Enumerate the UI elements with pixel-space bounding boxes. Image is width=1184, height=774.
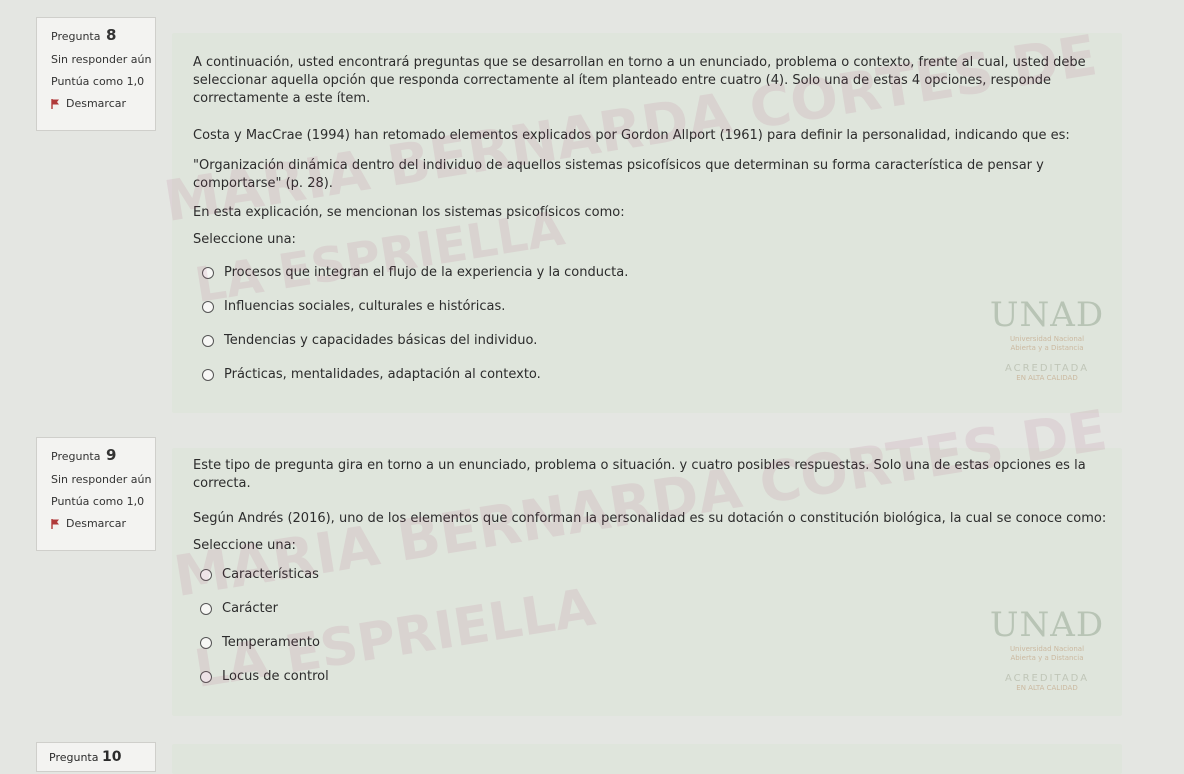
radio-button[interactable] (200, 670, 212, 683)
radio-button[interactable] (200, 636, 212, 649)
question-9-prompt: Seleccione una: (193, 538, 296, 553)
question-9-stem: Según Andrés (2016), uno de los elemento… (193, 511, 1107, 526)
flag-icon (51, 98, 59, 109)
unflag-button[interactable]: Desmarcar (51, 517, 126, 530)
question-info-8: Pregunta 8 Sin responder aún Puntúa como… (36, 17, 156, 131)
unflag-button[interactable]: Desmarcar (51, 97, 126, 110)
question-info-9: Pregunta 9 Sin responder aún Puntúa como… (36, 437, 156, 551)
question-9-intro: Este tipo de pregunta gira en torno a un… (193, 458, 1086, 491)
unad-logo: UNAD Universidad Nacional Abierta y a Di… (982, 295, 1112, 383)
q9-option-c[interactable]: Temperamento (200, 635, 320, 650)
question-8-stem: En esta explicación, se mencionan los si… (193, 205, 625, 220)
question-number: Pregunta 8 (51, 26, 117, 44)
question-8-intro: A continuación, usted encontrará pregunt… (193, 55, 1086, 106)
flag-icon (51, 518, 59, 529)
question-points: Puntúa como 1,0 (51, 495, 145, 508)
q8-option-d[interactable]: Prácticas, mentalidades, adaptación al c… (202, 367, 541, 382)
q8-option-a[interactable]: Procesos que integran el flujo de la exp… (202, 265, 628, 280)
logo-word: UNAD (989, 605, 1105, 645)
q9-option-d[interactable]: Locus de control (200, 669, 329, 684)
q9-option-b[interactable]: Carácter (200, 601, 278, 616)
question-info-10: Pregunta 10 (36, 742, 156, 772)
radio-button[interactable] (200, 568, 212, 581)
question-status: Sin responder aún (51, 53, 152, 66)
radio-button[interactable] (200, 602, 212, 615)
question-number: Pregunta 9 (51, 446, 117, 464)
radio-button[interactable] (202, 300, 214, 313)
q8-option-b[interactable]: Influencias sociales, culturales e histó… (202, 299, 505, 314)
logo-word: UNAD (989, 295, 1105, 335)
question-8-quote: "Organización dinámica dentro del indivi… (193, 158, 1044, 191)
unad-logo: UNAD Universidad Nacional Abierta y a Di… (982, 605, 1112, 693)
question-points: Puntúa como 1,0 (51, 75, 145, 88)
radio-button[interactable] (202, 368, 214, 381)
question-panel-10 (172, 744, 1122, 774)
q9-option-a[interactable]: Características (200, 567, 319, 582)
question-status: Sin responder aún (51, 473, 152, 486)
question-8-prompt: Seleccione una: (193, 232, 296, 247)
question-8-context: Costa y MacCrae (1994) han retomado elem… (193, 128, 1070, 143)
q8-option-c[interactable]: Tendencias y capacidades básicas del ind… (202, 333, 537, 348)
radio-button[interactable] (202, 266, 214, 279)
radio-button[interactable] (202, 334, 214, 347)
